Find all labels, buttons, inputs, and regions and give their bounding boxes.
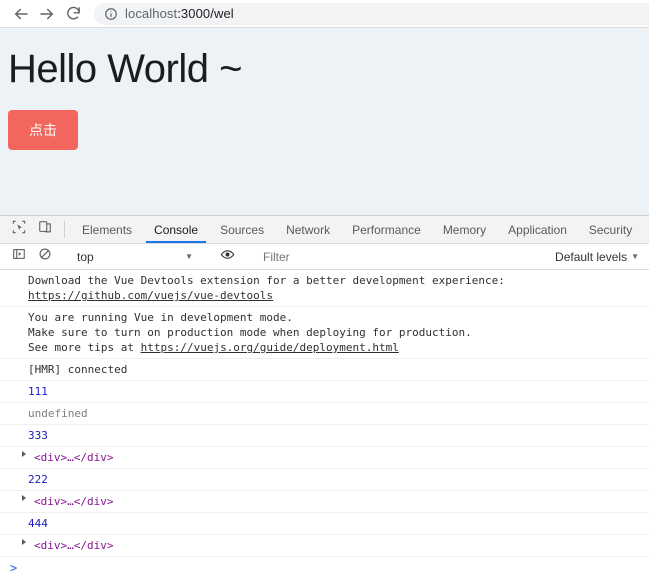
vue-devtools-link[interactable]: https://github.com/vuejs/vue-devtools <box>28 289 273 302</box>
live-expression-eye-icon <box>220 247 235 267</box>
console-message-node[interactable]: <div>…</div> <box>0 491 649 513</box>
prompt-caret-icon: > <box>10 561 18 575</box>
message-line: You are running Vue in development mode. <box>28 311 293 324</box>
node-preview: <div>…</div> <box>34 495 114 508</box>
tab-memory-label: Memory <box>442 222 487 237</box>
browser-toolbar: localhost:3000/wel <box>0 0 649 28</box>
tab-console[interactable]: Console <box>143 216 209 243</box>
devtools-panel: Elements Console Sources Network Perform… <box>0 215 649 580</box>
info-circle-icon[interactable] <box>104 7 118 21</box>
tab-elements[interactable]: Elements <box>71 216 143 243</box>
tab-application-label: Application <box>508 222 567 237</box>
console-sidebar-icon <box>12 247 26 266</box>
execution-context-value: top <box>77 249 94 264</box>
tab-memory[interactable]: Memory <box>432 216 497 243</box>
address-bar[interactable]: localhost:3000/wel <box>94 2 649 25</box>
address-host: localhost <box>125 6 178 21</box>
node-preview: <div>…</div> <box>34 451 114 464</box>
chevron-down-icon: ▼ <box>631 252 639 261</box>
address-path: :3000/wel <box>177 6 234 21</box>
page-viewport: Hello World ~ 点击 <box>0 28 649 215</box>
filter-input[interactable] <box>253 243 550 270</box>
expand-triangle-icon[interactable] <box>22 539 26 545</box>
inspect-element-icon <box>12 220 26 239</box>
console-sidebar-button[interactable] <box>6 247 32 266</box>
tab-console-label: Console <box>154 222 199 237</box>
tab-network-label: Network <box>286 222 331 237</box>
console-message-node[interactable]: <div>…</div> <box>0 447 649 469</box>
tab-sources-label: Sources <box>220 222 265 237</box>
console-message: 333 <box>0 425 649 447</box>
click-button[interactable]: 点击 <box>8 110 78 150</box>
log-levels-label: Default levels <box>555 249 628 264</box>
console-prompt[interactable]: > <box>0 557 649 580</box>
reload-button[interactable] <box>60 1 86 27</box>
inspect-element-button[interactable] <box>6 216 32 243</box>
arrow-right-icon <box>38 5 56 23</box>
expand-triangle-icon[interactable] <box>22 451 26 457</box>
console-message: [HMR] connected <box>0 359 649 381</box>
console-message: undefined <box>0 403 649 425</box>
device-toolbar-button[interactable] <box>32 216 58 243</box>
address-bar-text: localhost:3000/wel <box>125 6 234 21</box>
clear-console-button[interactable] <box>32 247 58 266</box>
console-message: 222 <box>0 469 649 491</box>
vue-deployment-link[interactable]: https://vuejs.org/guide/deployment.html <box>141 341 399 354</box>
console-output[interactable]: Download the Vue Devtools extension for … <box>0 270 649 580</box>
node-preview: <div>…</div> <box>34 539 114 552</box>
reload-icon <box>65 5 82 22</box>
devtools-tabbar: Elements Console Sources Network Perform… <box>0 216 649 244</box>
arrow-left-icon <box>12 5 30 23</box>
tab-security[interactable]: Security <box>578 216 643 243</box>
tab-elements-label: Elements <box>82 222 133 237</box>
forward-button[interactable] <box>34 1 60 27</box>
tab-application[interactable]: Application <box>497 216 578 243</box>
back-button[interactable] <box>8 1 34 27</box>
log-levels-select[interactable]: Default levels ▼ <box>549 250 649 264</box>
message-line: See more tips at <box>28 341 141 354</box>
tab-performance[interactable]: Performance <box>341 216 432 243</box>
tab-network[interactable]: Network <box>275 216 341 243</box>
toolbar-divider <box>64 221 65 238</box>
console-message: You are running Vue in development mode.… <box>0 307 649 359</box>
chevron-down-icon: ▼ <box>185 252 193 261</box>
tab-security-label: Security <box>588 222 633 237</box>
message-line: Download the Vue Devtools extension for … <box>28 274 505 287</box>
console-message-node[interactable]: <div>…</div> <box>0 535 649 557</box>
console-toolbar: top ▼ Default levels ▼ <box>0 243 649 270</box>
expand-triangle-icon[interactable] <box>22 495 26 501</box>
tab-performance-label: Performance <box>352 222 421 237</box>
live-expression-button[interactable] <box>214 247 240 267</box>
console-message: Download the Vue Devtools extension for … <box>0 270 649 307</box>
console-message: 111 <box>0 381 649 403</box>
clear-console-icon <box>38 247 52 266</box>
device-toolbar-icon <box>38 220 52 239</box>
message-line: Make sure to turn on production mode whe… <box>28 326 472 339</box>
page-title: Hello World ~ <box>8 47 242 91</box>
execution-context-select[interactable]: top ▼ <box>71 250 201 264</box>
console-message: 444 <box>0 513 649 535</box>
tab-sources[interactable]: Sources <box>209 216 275 243</box>
